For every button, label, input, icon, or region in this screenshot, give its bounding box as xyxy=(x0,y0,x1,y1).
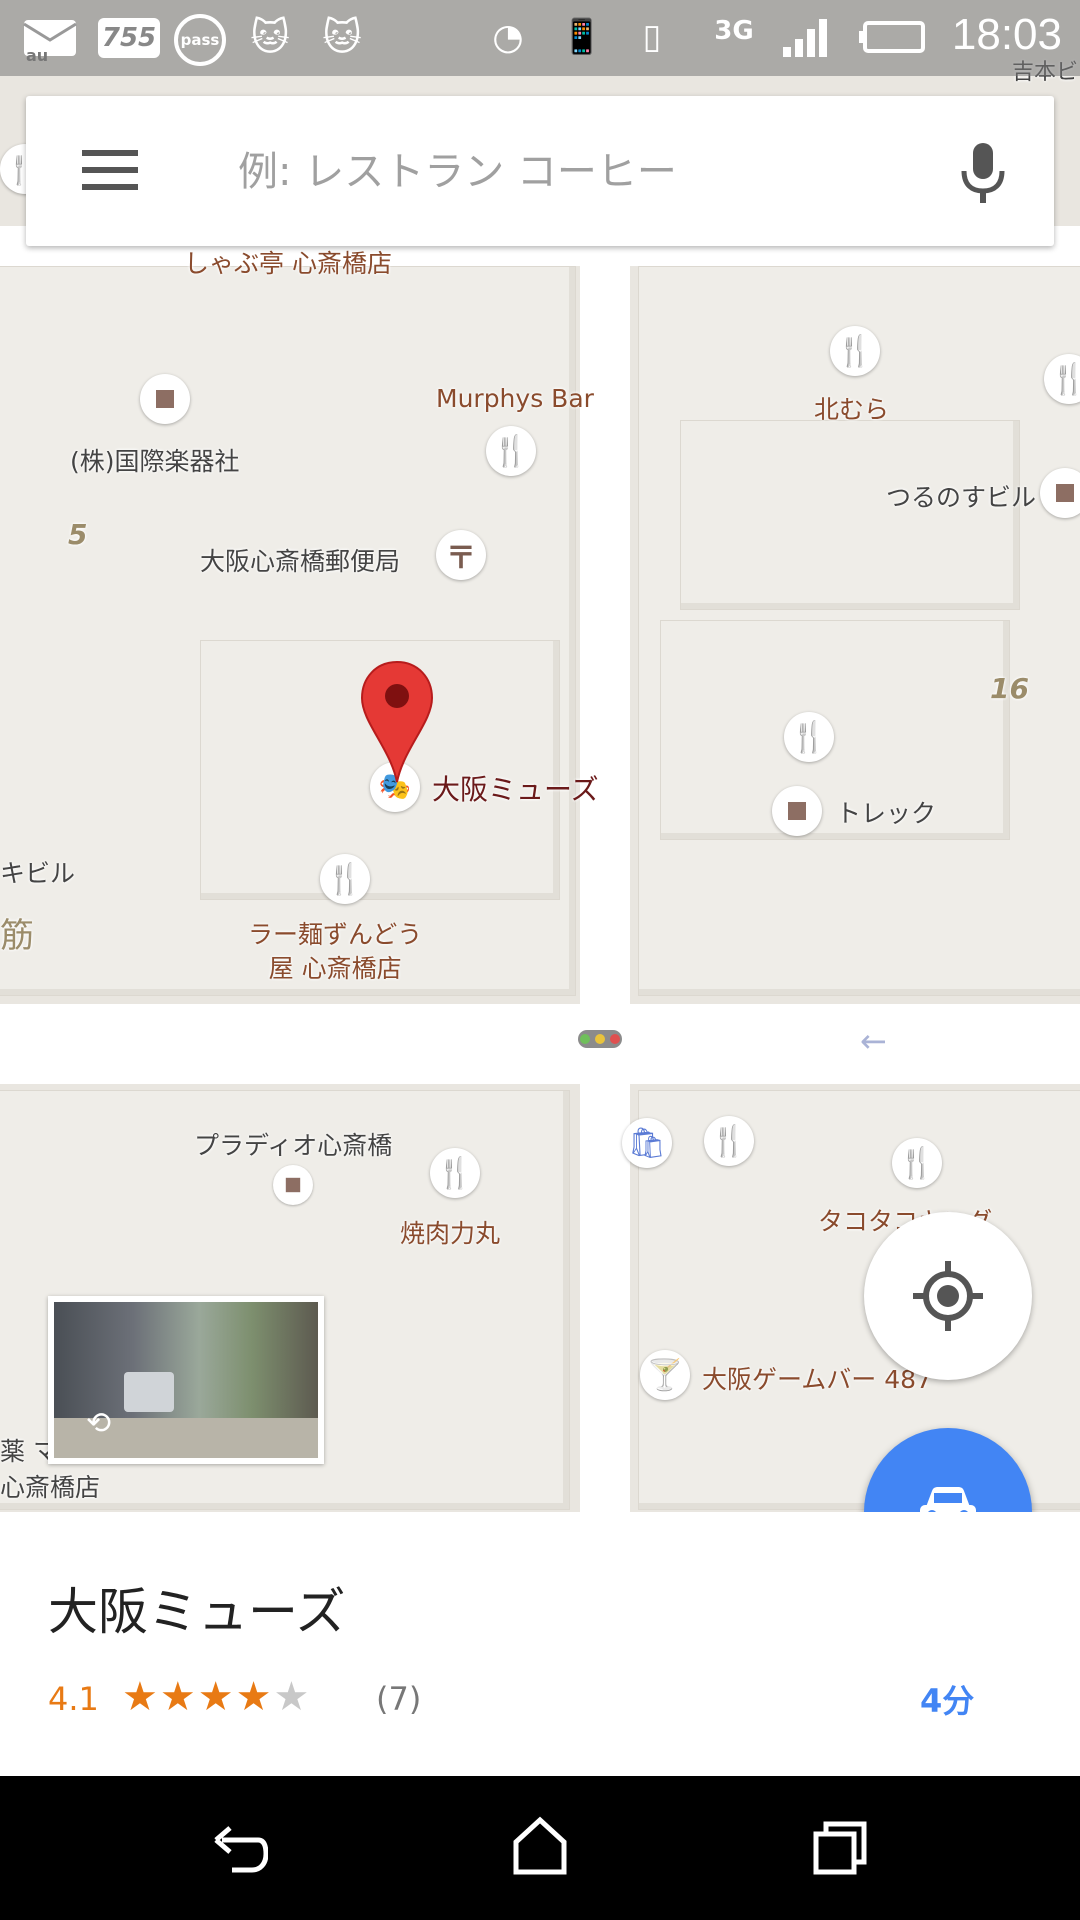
recents-icon[interactable] xyxy=(812,1820,868,1876)
cell-signal-icon xyxy=(780,12,836,62)
restaurant-icon[interactable]: 🍴 xyxy=(892,1138,942,1188)
pass-app-icon: pass xyxy=(174,14,226,66)
label-pradio[interactable]: プラディオ心斎橋 xyxy=(194,1126,392,1162)
building-icon[interactable] xyxy=(772,786,822,836)
label-trek[interactable]: トレック xyxy=(836,794,936,830)
place-name: 大阪ミューズ xyxy=(48,1583,346,1641)
label-shabu[interactable]: しゃぶ亭 心斎橋店 xyxy=(184,244,392,280)
mic-icon[interactable] xyxy=(958,141,1008,205)
street-view-thumbnail[interactable]: ⟲ xyxy=(48,1296,324,1464)
restaurant-icon[interactable]: 🍴 xyxy=(704,1116,754,1166)
vibrate-icon: ▯ xyxy=(642,17,662,57)
map-block xyxy=(660,620,1010,840)
restaurant-icon[interactable]: 🍴 xyxy=(430,1148,480,1198)
label-tsurunosu[interactable]: つるのすビル xyxy=(886,478,1036,514)
map-block xyxy=(680,420,1020,610)
label-murphys[interactable]: Murphys Bar xyxy=(436,384,594,413)
road-horizontal-main xyxy=(0,1004,1080,1084)
status-time: 18:03 xyxy=(951,10,1062,59)
search-bar xyxy=(26,96,1054,246)
star-filled-icon: ★ xyxy=(235,1674,274,1720)
battery-icon xyxy=(858,12,928,62)
review-count[interactable]: (7) xyxy=(376,1680,421,1718)
navigation-bar xyxy=(0,1776,1080,1920)
app-755-icon: 755 xyxy=(98,18,160,58)
label-post-office[interactable]: 大阪心斎橋郵便局 xyxy=(200,542,400,578)
star-empty-icon: ★ xyxy=(273,1674,312,1720)
travel-time: 4分 xyxy=(920,1682,975,1720)
star-filled-icon: ★ xyxy=(159,1674,198,1720)
street-view-rotate-icon: ⟲ xyxy=(86,1406,112,1441)
post-office-icon[interactable]: 〒 xyxy=(436,530,486,580)
network-type-icon: 3G xyxy=(714,16,754,46)
menu-icon[interactable] xyxy=(82,150,138,190)
label-ramen[interactable]: ラー麺ずんどう 屋 心斎橋店 xyxy=(248,918,422,986)
traffic-light-icon xyxy=(578,1030,622,1048)
my-location-icon xyxy=(913,1261,983,1331)
nfc-icon: ◔ xyxy=(492,16,524,58)
cat-app-icon: 🐱 xyxy=(250,15,290,59)
street-view-image: ⟲ xyxy=(54,1302,318,1458)
label-kokusai[interactable]: (株)国際楽器社 xyxy=(70,442,240,478)
my-location-button[interactable] xyxy=(864,1212,1032,1380)
label-gamebar[interactable]: 大阪ゲームバー 487 xyxy=(702,1360,932,1396)
rating-value: 4.1 xyxy=(48,1680,99,1718)
label-kitamura[interactable]: 北むら xyxy=(814,390,889,426)
star-filled-icon: ★ xyxy=(197,1674,236,1720)
bar-icon[interactable]: 🍸 xyxy=(640,1350,690,1400)
label-left-building: キビル xyxy=(0,859,76,888)
au-notification-icon: au xyxy=(26,45,49,65)
cat-app-icon-2: 🐱 xyxy=(322,15,362,59)
restaurant-icon[interactable]: 🍴 xyxy=(486,426,536,476)
place-info-sheet[interactable]: 大阪ミューズ 4.1 ★★★★★ (7) 4分 xyxy=(0,1512,1080,1776)
back-icon[interactable] xyxy=(212,1820,268,1876)
home-icon[interactable] xyxy=(512,1816,568,1876)
restaurant-icon[interactable]: 🍴 xyxy=(320,854,370,904)
search-input[interactable] xyxy=(236,136,960,208)
one-way-arrow-icon: ← xyxy=(860,1022,887,1060)
label-left-bottom-2: 心斎橋店 xyxy=(0,1473,101,1502)
restaurant-icon[interactable]: 🍴 xyxy=(784,712,834,762)
label-suji: 筋 xyxy=(0,916,34,956)
building-icon[interactable] xyxy=(273,1165,313,1205)
label-osaka-muse[interactable]: 大阪ミューズ xyxy=(432,768,599,808)
label-block-16: 16 xyxy=(990,672,1029,705)
building-icon[interactable] xyxy=(140,374,190,424)
selected-place-pin[interactable] xyxy=(360,660,434,784)
phone-signal-icon: 📱 xyxy=(560,17,604,57)
status-bar: au 755 pass 🐱 🐱 ◔ 📱 ▯ 3G 18:03 xyxy=(0,0,1080,76)
shopping-icon[interactable]: 🛍 xyxy=(622,1118,672,1168)
restaurant-icon[interactable]: 🍴 xyxy=(830,326,880,376)
label-block-5: 5 xyxy=(68,518,88,551)
rating-stars: ★★★★★ xyxy=(122,1674,311,1720)
star-filled-icon: ★ xyxy=(122,1674,160,1720)
label-yakiniku[interactable]: 焼肉力丸 xyxy=(400,1214,500,1250)
